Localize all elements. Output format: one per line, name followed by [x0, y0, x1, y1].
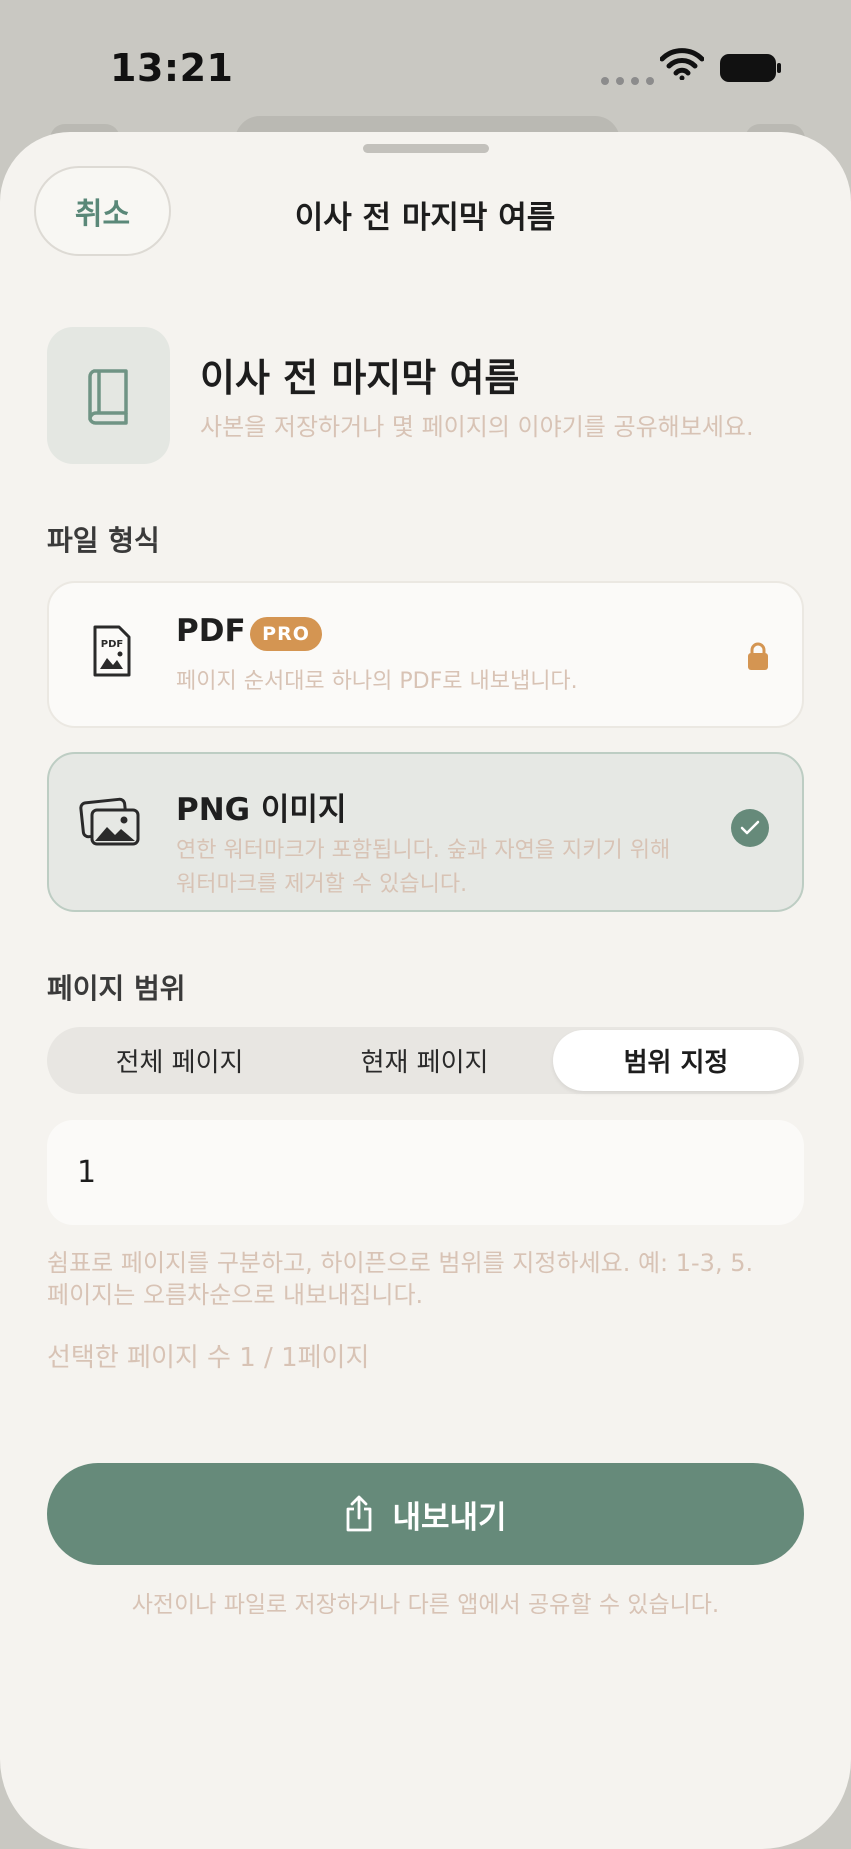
page-range-input[interactable]	[47, 1120, 804, 1225]
battery-icon	[720, 54, 781, 82]
document-title: 이사 전 마지막 여름	[200, 356, 520, 400]
segment-current-page[interactable]: 현재 페이지	[292, 1027, 557, 1094]
file-format-label: 파일 형식	[47, 524, 160, 557]
document-subtitle: 사본을 저장하거나 몇 페이지의 이야기를 공유해보세요.	[200, 413, 754, 441]
png-option-desc-line2: 워터마크를 제거할 수 있습니다.	[176, 872, 468, 897]
selected-page-count: 선택한 페이지 수 1 / 1페이지	[47, 1343, 370, 1373]
export-button[interactable]: 내보내기	[47, 1463, 804, 1565]
pro-badge: PRO	[250, 617, 322, 651]
range-help-text: 쉼표로 페이지를 구분하고, 하이픈으로 범위를 지정하세요. 예: 1-3, …	[47, 1247, 753, 1311]
lock-icon	[748, 642, 768, 670]
images-icon	[79, 797, 140, 846]
sheet-grabber[interactable]	[363, 144, 489, 153]
page-range-segmented-control: 전체 페이지 현재 페이지 범위 지정	[47, 1027, 804, 1094]
share-icon	[347, 1495, 372, 1532]
svg-text:PDF: PDF	[101, 639, 123, 650]
png-option-title: PNG 이미지	[176, 792, 347, 828]
signal-dots-icon	[601, 77, 654, 85]
nav-title: 이사 전 마지막 여름	[294, 200, 556, 236]
format-option-png[interactable]: PNG 이미지 연한 워터마크가 포함됩니다. 숲과 자연을 지키기 위해 워터…	[47, 752, 804, 912]
book-tile	[47, 327, 170, 464]
segment-custom-range[interactable]: 범위 지정	[553, 1030, 799, 1091]
pdf-file-icon: PDF	[93, 625, 131, 677]
cancel-button[interactable]: 취소	[34, 166, 171, 256]
export-footer-note: 사전이나 파일로 저장하거나 다른 앱에서 공유할 수 있습니다.	[131, 1592, 720, 1618]
segment-all-pages[interactable]: 전체 페이지	[47, 1027, 312, 1094]
page-range-label: 페이지 범위	[47, 972, 186, 1005]
selected-check-icon	[731, 809, 769, 847]
png-option-desc-line1: 연한 워터마크가 포함됩니다. 숲과 자연을 지키기 위해	[176, 838, 671, 863]
status-bar: 13:21	[0, 0, 851, 130]
range-help-line2: 페이지는 오름차순으로 내보내집니다.	[47, 1281, 424, 1309]
range-help-line1: 쉼표로 페이지를 구분하고, 하이픈으로 범위를 지정하세요. 예: 1-3, …	[47, 1249, 754, 1277]
book-icon	[87, 368, 128, 425]
pdf-option-title: PDF	[176, 613, 246, 649]
format-option-pdf[interactable]: PDF PDF PRO 페이지 순서대로 하나의 PDF로 내보냅니다.	[47, 581, 804, 728]
status-time: 13:21	[110, 46, 234, 90]
export-button-label: 내보내기	[392, 1499, 507, 1535]
wifi-icon	[660, 48, 704, 80]
pdf-option-desc: 페이지 순서대로 하나의 PDF로 내보냅니다.	[176, 669, 578, 694]
